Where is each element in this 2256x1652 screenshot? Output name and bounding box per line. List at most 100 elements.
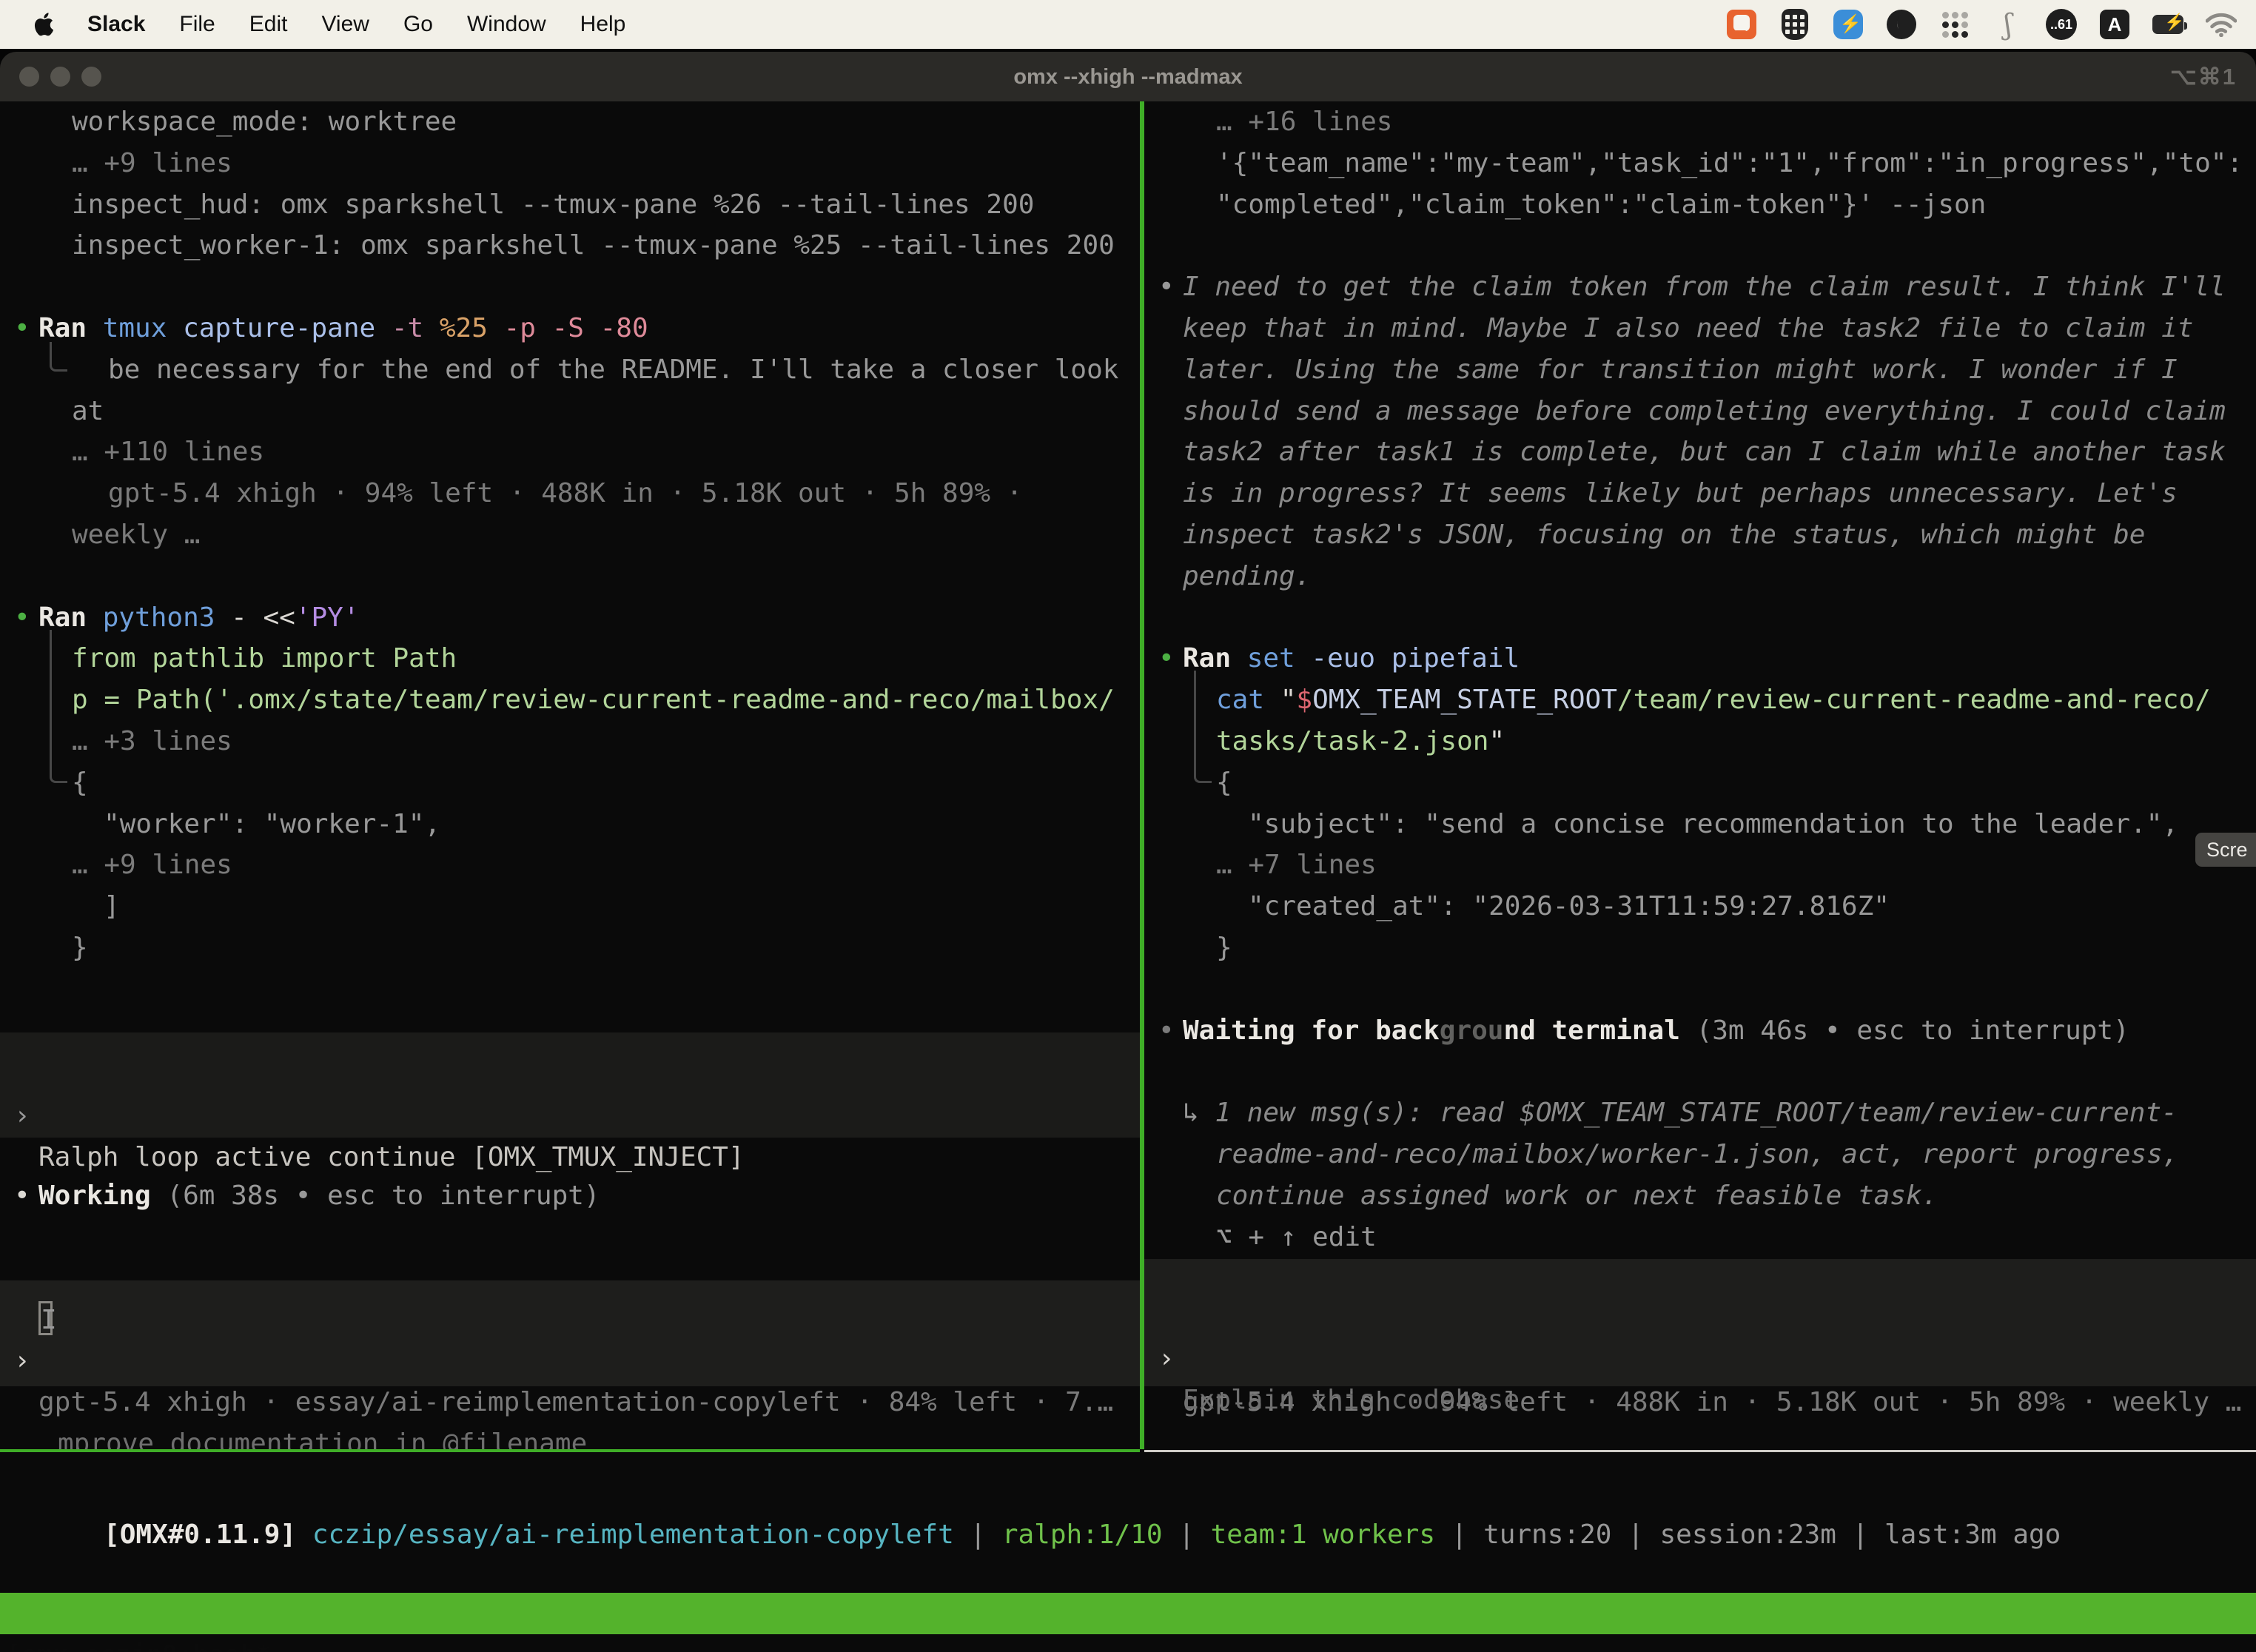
terminal-line: •Ran tmux capture-pane -t %25 -p -S -80 <box>0 308 1140 349</box>
terminal-line: •Working (6m 38s • esc to interrupt) <box>0 1175 1140 1217</box>
omx-status-line: [OMX#0.11.9] cczip/essay/ai-reimplementa… <box>7 1473 2061 1514</box>
omx-turns: turns:20 <box>1483 1520 1611 1550</box>
bullet-icon: • <box>14 308 30 349</box>
menu-item-edit[interactable]: Edit <box>249 12 288 37</box>
terminal-line: { <box>0 762 1140 804</box>
terminal-line: } <box>1144 927 2256 969</box>
bullet-icon: • <box>1158 638 1175 679</box>
omx-team-workers: team:1 workers <box>1211 1520 1435 1550</box>
menu-item-window[interactable]: Window <box>467 12 546 37</box>
indent-guide <box>50 630 67 783</box>
terminal-line: … +9 lines <box>0 143 1140 184</box>
battery-charging-icon[interactable] <box>2152 9 2183 40</box>
blue-bolt-icon[interactable] <box>1833 9 1864 40</box>
terminal-line: gpt-5.4 xhigh · 94% left · 488K in · 5.1… <box>0 473 1140 514</box>
bullet-icon: • <box>1158 266 1175 308</box>
terminal-line: ↳ 1 new msg(s): read $OMX_TEAM_STATE_ROO… <box>1144 1092 2256 1134</box>
terminal-line: "subject": "send a concise recommendatio… <box>1144 804 2256 845</box>
moon-circle-icon[interactable] <box>1886 9 1917 40</box>
input-source-icon[interactable]: A <box>2099 9 2130 40</box>
terminal-line: •Ran python3 - <<'PY' <box>0 597 1140 639</box>
prompt-placeholder: Explain this codebase <box>1183 1380 1520 1421</box>
terminal-line: from pathlib import Path <box>0 638 1140 679</box>
terminal-line: at <box>0 391 1140 432</box>
terminal-line: } <box>0 927 1140 969</box>
screen-overlay-chip[interactable]: Scre <box>2195 833 2256 867</box>
terminal-line: later. Using the same for transition mig… <box>1144 349 2256 391</box>
terminal-line: inspect_worker-1: omx sparkshell --tmux-… <box>0 225 1140 266</box>
prompt-input-worker[interactable]: › Explain this codebase <box>1144 1259 2256 1386</box>
macos-menu-bar: Slack File Edit View Go Window Help ʃ ..61 A <box>0 0 2256 49</box>
terminal-line: ⌥ + ↑ edit <box>1144 1217 2256 1258</box>
window-titlebar: omx --xhigh --madmax ⌥⌘1 <box>0 52 2256 101</box>
terminal-line: should send a message before completing … <box>1144 391 2256 432</box>
omx-project: cczip/essay/ai-reimplementation-copyleft <box>312 1520 954 1550</box>
terminal-line: … +7 lines <box>1144 845 2256 886</box>
badge-61-icon[interactable]: ..61 <box>2046 9 2077 40</box>
terminal-line: gpt-5.4 xhigh · essay/ai-reimplementatio… <box>0 1382 1140 1423</box>
terminal-line: ] <box>0 886 1140 927</box>
pane-worker-1[interactable]: … +16 lines'{"team_name":"my-team","task… <box>1144 101 2256 1449</box>
bullet-icon: • <box>14 597 30 639</box>
terminal-line: is in progress? It seems likely but perh… <box>1144 473 2256 514</box>
terminal-line: be necessary for the end of the README. … <box>0 349 1140 391</box>
terminal-line: •Waiting for background terminal (3m 46s… <box>1144 1010 2256 1052</box>
prompt-placeholder: mprove documentation in @filename <box>58 1423 587 1449</box>
terminal-line: "worker": "worker-1", <box>0 804 1140 845</box>
pane-hud[interactable]: workspace_mode: worktree… +9 linesinspec… <box>0 101 1140 1449</box>
omx-last: last:3m ago <box>1884 1520 2061 1550</box>
terminal-line: keep that in mind. Maybe I also need the… <box>1144 308 2256 349</box>
squiggle-icon[interactable]: ʃ <box>1993 9 2024 40</box>
window-title: omx --xhigh --madmax <box>0 65 2256 90</box>
menu-status-icons: ʃ ..61 A <box>1726 9 2256 40</box>
terminal-line: inspect_hud: omx sparkshell --tmux-pane … <box>0 184 1140 226</box>
terminal-line: task2 after task1 is complete, but can I… <box>1144 432 2256 473</box>
menu-items: File Edit View Go Window Help <box>145 12 625 37</box>
tmux-session-window: [omx-cczip0:bash* <box>6 1634 271 1652</box>
prompt-chevron-icon: › <box>1158 1338 1175 1380</box>
prompt-chevron-icon: › <box>14 1340 30 1382</box>
omx-session: session:23m <box>1659 1520 1836 1550</box>
terminal-line: readme-and-reco/mailbox/worker-1.json, a… <box>1144 1134 2256 1175</box>
omx-ralph-count: ralph:1/10 <box>1002 1520 1163 1550</box>
terminal-line: continue assigned work or next feasible … <box>1144 1175 2256 1217</box>
terminal-line: •Ran set -euo pipefail <box>1144 638 2256 679</box>
terminal-line: weekly … <box>0 514 1140 556</box>
omx-status-pane: [OMX#0.11.9] cczip/essay/ai-reimplementa… <box>0 1452 2256 1593</box>
indent-guide <box>50 342 67 372</box>
terminal-line: p = Path('.omx/state/team/review-current… <box>0 679 1140 721</box>
ralph-loop-banner: › Ralph loop active continue [OMX_TMUX_I… <box>0 1032 1140 1138</box>
menu-item-file[interactable]: File <box>179 12 215 37</box>
chevron-icon: › <box>14 1095 30 1137</box>
apple-logo-icon[interactable] <box>34 11 56 38</box>
menu-item-help[interactable]: Help <box>580 12 626 37</box>
terminal-line: … +3 lines <box>0 721 1140 762</box>
terminal-line: … +16 lines <box>1144 101 2256 143</box>
chat-app-icon[interactable] <box>1726 9 1757 40</box>
terminal-line: "created_at": "2026-03-31T11:59:27.816Z" <box>1144 886 2256 927</box>
shield-grid-icon[interactable] <box>1779 9 1810 40</box>
terminal-line: inspect task2's JSON, focusing on the st… <box>1144 514 2256 556</box>
omx-version: [OMX#0.11.9] <box>104 1520 296 1550</box>
terminal-line: "completed","claim_token":"claim-token"}… <box>1144 184 2256 226</box>
terminal-area: workspace_mode: worktree… +9 linesinspec… <box>0 101 2256 1652</box>
menu-item-view[interactable]: View <box>321 12 369 37</box>
dots-grid-icon[interactable] <box>1939 9 1970 40</box>
prompt-input-hud[interactable]: › I mprove documentation in @filename <box>0 1280 1140 1386</box>
terminal-line: cat "$OMX_TEAM_STATE_ROOT/team/review-cu… <box>1144 679 2256 721</box>
terminal-line: pending. <box>1144 556 2256 597</box>
tmux-status-bar: [omx-cczip0:bash* "MacBook-Pro-44.local"… <box>0 1593 2256 1634</box>
terminal-line: … +9 lines <box>0 845 1140 886</box>
terminal-line: workspace_mode: worktree <box>0 101 1140 143</box>
text-cursor: I <box>38 1301 53 1335</box>
indent-guide <box>1194 671 1212 783</box>
bullet-icon: • <box>1158 1010 1175 1052</box>
wifi-icon[interactable] <box>2206 9 2237 40</box>
menu-app-name[interactable]: Slack <box>87 12 145 37</box>
terminal-line: •I need to get the claim token from the … <box>1144 266 2256 308</box>
window-shortcut-hint: ⌥⌘1 <box>2170 64 2237 90</box>
terminal-line: { <box>1144 762 2256 804</box>
terminal-line: '{"team_name":"my-team","task_id":"1","f… <box>1144 143 2256 184</box>
ralph-banner-text: Ralph loop active continue [OMX_TMUX_INJ… <box>38 1137 745 1178</box>
menu-item-go[interactable]: Go <box>403 12 433 37</box>
